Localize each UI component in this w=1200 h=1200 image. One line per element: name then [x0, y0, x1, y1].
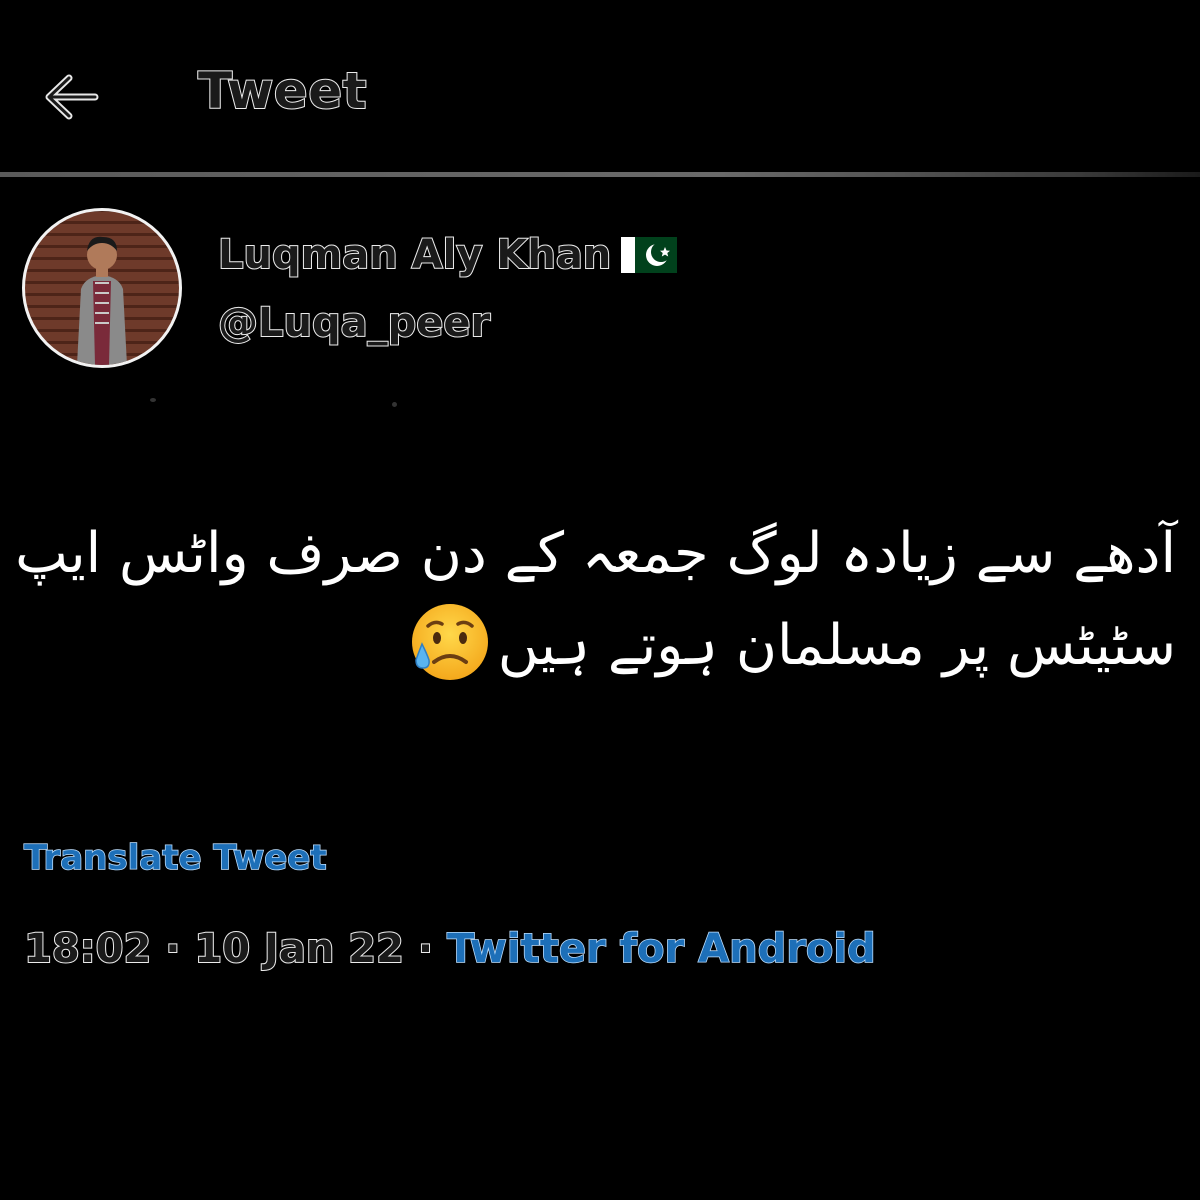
tweet-line: سٹیٹس پر مسلمان ہوتے ہیں: [497, 613, 1176, 678]
sad-but-relieved-face-icon: [408, 600, 492, 684]
tweet-source-link[interactable]: Twitter for Android: [446, 925, 876, 973]
tweet-meta: 18:02 · 10 Jan 22 · Twitter for Android: [23, 925, 877, 973]
arrow-left-icon: [45, 74, 99, 120]
author-display-name[interactable]: Luqman Aly Khan: [217, 231, 678, 279]
meta-separator: ·: [164, 925, 181, 973]
translate-tweet-link[interactable]: Translate Tweet: [23, 837, 327, 879]
tweet-date[interactable]: 10 Jan 22: [193, 925, 405, 973]
author-handle[interactable]: @Luqa_peer: [217, 299, 491, 347]
meta-separator: ·: [417, 925, 434, 973]
back-button[interactable]: [38, 64, 104, 130]
tweet-text: آدھے سے زیادہ لوگ جمعہ کے دن صرف واٹس ای…: [15, 508, 1176, 692]
tweet-line-with-emoji: سٹیٹس پر مسلمان ہوتے ہیں: [24, 600, 1176, 692]
avatar-photo: [77, 236, 127, 365]
tweet-line: آدھے سے زیادہ لوگ جمعہ کے دن صرف واٹس ای…: [15, 521, 1176, 586]
header-divider: [0, 172, 1200, 177]
author-name-text: Luqman Aly Khan: [217, 231, 612, 279]
avatar[interactable]: [22, 208, 182, 368]
tweet-page: Tweet Luqman Aly Khan @Luqa_peer آدھے سے…: [0, 0, 1200, 1200]
tweet-time[interactable]: 18:02: [23, 925, 152, 973]
pakistan-flag-icon: [621, 237, 678, 273]
page-title: Tweet: [197, 61, 368, 121]
